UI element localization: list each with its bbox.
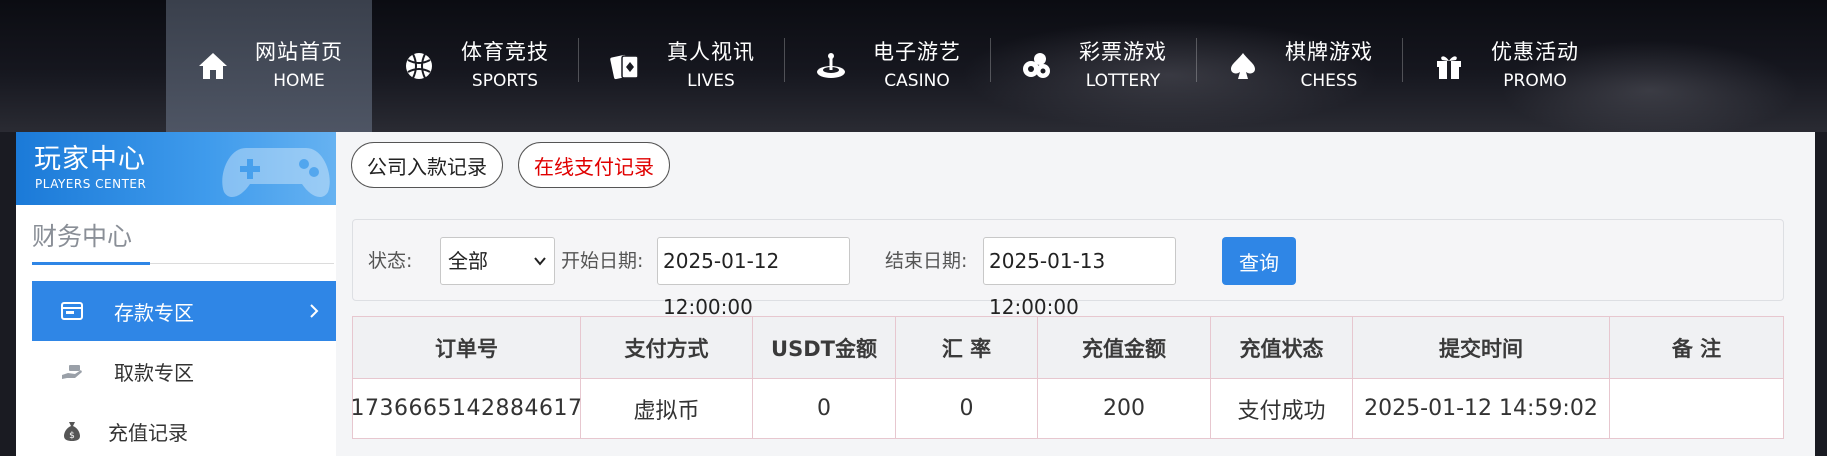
chevron-down-icon bbox=[534, 257, 546, 266]
nav-label-cn: 彩票游戏 bbox=[1079, 40, 1167, 64]
end-date-input[interactable]: 2025-01-13 12:00:00 bbox=[983, 237, 1176, 319]
nav-item-lives[interactable]: 真人视讯 LIVES bbox=[578, 0, 784, 132]
players-center-title: 玩家中心 bbox=[34, 144, 146, 175]
nav-label-cn: 网站首页 bbox=[255, 40, 343, 64]
sidebar-item-label: 存款专区 bbox=[114, 300, 194, 325]
chevron-right-icon bbox=[310, 304, 319, 318]
end-date-label: 结束日期: bbox=[885, 250, 968, 272]
spade-icon bbox=[1225, 48, 1261, 84]
roulette-icon bbox=[813, 48, 849, 84]
nav-item-chess[interactable]: 棋牌游戏 CHESS bbox=[1196, 0, 1402, 132]
playing-cards-icon bbox=[607, 48, 643, 84]
status-label: 状态: bbox=[368, 250, 413, 272]
nav-label-en: CHESS bbox=[1300, 71, 1358, 91]
nav-label-cn: 体育竞技 bbox=[461, 40, 549, 64]
nav-item-home[interactable]: 网站首页 HOME bbox=[166, 0, 372, 132]
money-bag-icon: $ bbox=[58, 417, 86, 445]
payment-method-cell: 虚拟币 bbox=[581, 379, 753, 438]
sidebar-item-deposit[interactable]: 存款专区 bbox=[32, 281, 336, 341]
column-header: USDT金额 bbox=[753, 317, 896, 378]
gift-icon bbox=[1431, 48, 1467, 84]
remark-cell bbox=[1610, 379, 1783, 438]
table-header: 订单号 支付方式 USDT金额 汇 率 充值金额 充值状态 提交时间 备 注 bbox=[353, 317, 1783, 379]
column-header: 订单号 bbox=[353, 317, 581, 378]
column-header: 备 注 bbox=[1671, 336, 1722, 361]
nav-item-casino[interactable]: 电子游艺 CASINO bbox=[784, 0, 990, 132]
home-icon bbox=[195, 48, 231, 84]
nav-item-promo[interactable]: 优惠活动 PROMO bbox=[1402, 0, 1608, 132]
nav-item-lottery[interactable]: 彩票游戏 LOTTERY bbox=[990, 0, 1196, 132]
nav-label-cn: 棋牌游戏 bbox=[1285, 40, 1373, 64]
column-header: 支付方式 bbox=[581, 317, 753, 378]
tab-online-payment-records[interactable]: 在线支付记录 bbox=[518, 142, 670, 188]
main-content: 公司入款记录 在线支付记录 状态: 全部 开始日期: 2025-01-12 12… bbox=[336, 132, 1815, 456]
recharge-amount-cell: 200 bbox=[1038, 379, 1211, 438]
nav-label-en: PROMO bbox=[1503, 71, 1567, 91]
filter-bar: 状态: 全部 开始日期: 2025-01-12 12:00:00 结束日期: 2… bbox=[352, 219, 1784, 319]
nav-label-en: CASINO bbox=[884, 71, 950, 91]
column-header: 提交时间 bbox=[1353, 317, 1610, 378]
order-number-cell: 1736665142884617 bbox=[351, 379, 582, 438]
players-center-header: 玩家中心 PLAYERS CENTER bbox=[16, 132, 336, 205]
section-divider-accent bbox=[32, 262, 150, 265]
nav-item-sports[interactable]: 体育竞技 SPORTS bbox=[372, 0, 578, 132]
exchange-rate-cell: 0 bbox=[896, 379, 1038, 438]
tab-company-deposit-records[interactable]: 公司入款记录 bbox=[351, 142, 503, 188]
column-header: 汇 率 bbox=[896, 317, 1038, 378]
top-navigation: 网站首页 HOME 体育竞技 SPORTS 真人视讯 LIVES 电子游艺 CA… bbox=[0, 0, 1827, 132]
wallet-icon bbox=[58, 297, 86, 325]
table-row: 1736665142884617 虚拟币 0 0 200 支付成功 2025-0… bbox=[351, 379, 1783, 438]
players-center-sidebar: 玩家中心 PLAYERS CENTER 财务中心 存款专区 取款专区 $ 充值记… bbox=[16, 132, 336, 456]
lottery-balls-icon bbox=[1019, 48, 1055, 84]
sidebar-item-label: 取款专区 bbox=[114, 360, 194, 385]
nav-label-en: SPORTS bbox=[471, 71, 539, 91]
sidebar-item-label: 充值记录 bbox=[108, 420, 188, 445]
nav-label-cn: 优惠活动 bbox=[1491, 40, 1579, 64]
status-select-value: 全部 bbox=[448, 249, 488, 273]
payment-records-table: 订单号 支付方式 USDT金额 汇 率 充值金额 充值状态 提交时间 备 注 1… bbox=[351, 316, 1784, 439]
gamepad-icon bbox=[222, 148, 330, 198]
query-button[interactable]: 查询 bbox=[1222, 237, 1296, 285]
column-header: 充值状态 bbox=[1211, 317, 1353, 378]
recharge-status-cell: 支付成功 bbox=[1211, 379, 1353, 438]
usdt-amount-cell: 0 bbox=[753, 379, 896, 438]
sidebar-item-recharge-records[interactable]: $ 充值记录 bbox=[32, 401, 336, 456]
nav-label-cn: 电子游艺 bbox=[873, 40, 961, 64]
submit-time-cell: 2025-01-12 14:59:02 bbox=[1353, 379, 1610, 438]
players-center-subtitle: PLAYERS CENTER bbox=[35, 177, 147, 191]
nav-label-en: LIVES bbox=[687, 71, 735, 91]
basketball-icon bbox=[401, 48, 437, 84]
section-title: 财务中心 bbox=[32, 222, 133, 251]
nav-label-cn: 真人视讯 bbox=[667, 40, 755, 64]
sidebar-item-withdraw[interactable]: 取款专区 bbox=[32, 341, 336, 401]
withdraw-hand-icon bbox=[58, 357, 86, 385]
svg-text:$: $ bbox=[69, 431, 75, 441]
start-date-label: 开始日期: bbox=[561, 250, 644, 272]
status-select[interactable]: 全部 bbox=[440, 237, 555, 285]
column-header: 充值金额 bbox=[1038, 317, 1211, 378]
nav-label-en: HOME bbox=[273, 71, 325, 91]
start-date-input[interactable]: 2025-01-12 12:00:00 bbox=[657, 237, 850, 319]
nav-label-en: LOTTERY bbox=[1085, 71, 1161, 91]
